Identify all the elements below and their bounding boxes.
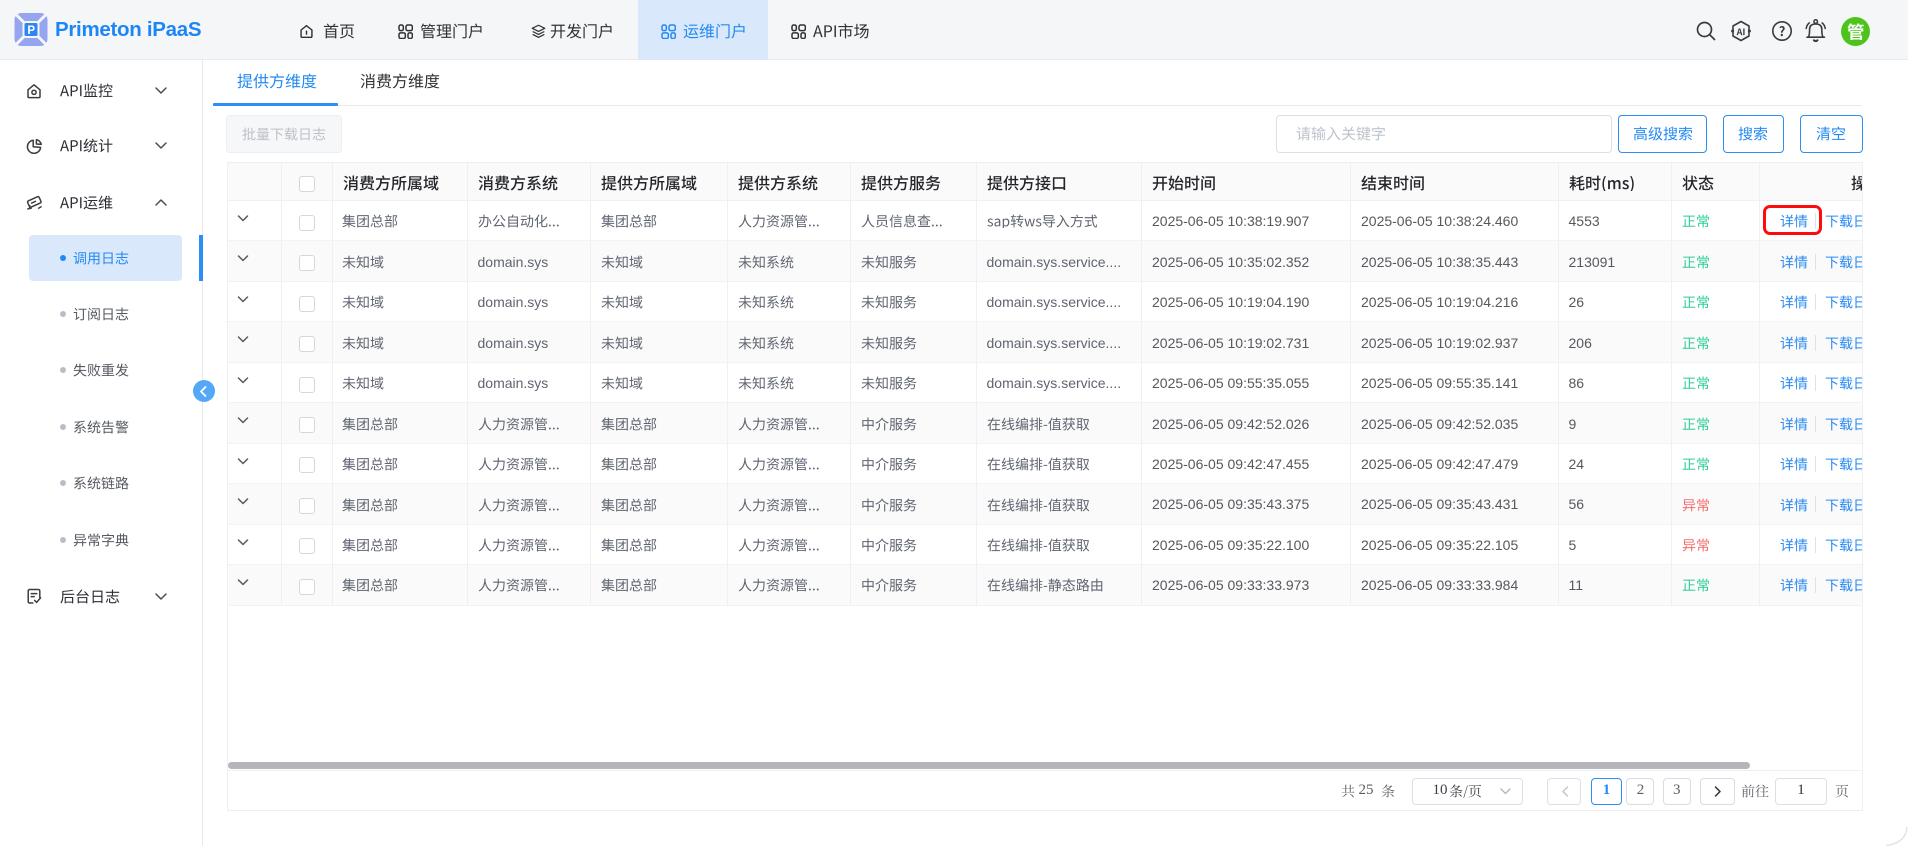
svg-text:P: P	[27, 25, 35, 37]
